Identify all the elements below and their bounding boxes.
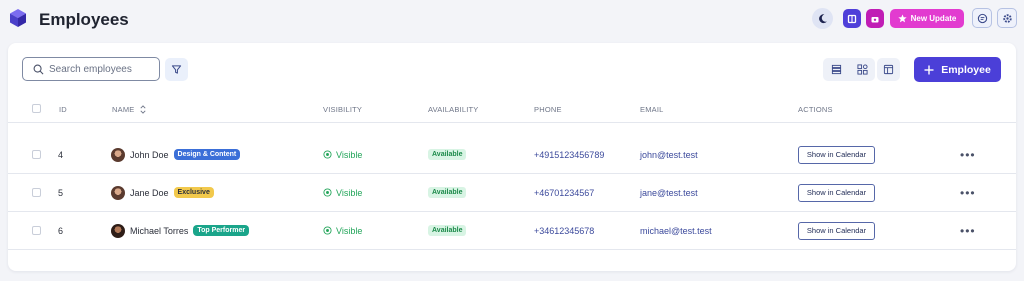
actions-cell: Show in Calendar [798,212,875,249]
availability-badge: Available [428,187,467,198]
search-icon [33,64,44,74]
more-menu-button[interactable]: ••• [960,212,976,249]
select-all-checkbox[interactable] [32,104,41,113]
table-row[interactable]: 6 Michael Torres Top Performer Visible A… [8,212,1016,250]
docs-button[interactable] [843,9,861,28]
row-checkbox[interactable] [32,212,41,249]
phone-value: +34612345678 [534,225,595,236]
visibility-cell: Visible [323,136,362,173]
gift-button[interactable] [866,9,884,28]
employee-name-cell: Jane Doe Exclusive [111,174,214,211]
show-in-calendar-button[interactable]: Show in Calendar [798,145,875,164]
show-in-calendar-button[interactable]: Show in Calendar [798,183,875,202]
column-email[interactable]: EMAIL [640,105,664,114]
email-value: jane@test.test [640,187,698,198]
employees-card: Employee ID NAME VISIBILITY AVAILABILITY… [8,43,1016,271]
email-value: john@test.test [640,149,698,160]
list-view-button[interactable] [823,58,849,81]
column-name[interactable]: NAME [112,105,147,114]
actions-cell: Show in Calendar [798,136,875,173]
star-icon [897,14,907,23]
phone-value: +4915123456789 [534,149,605,160]
eye-icon [323,188,332,197]
more-icon: ••• [960,223,976,238]
availability-cell: Available [428,212,467,249]
visibility-label: Visible [336,149,363,160]
row-checkbox[interactable] [32,136,41,173]
employee-tag: Design & Content [173,149,241,160]
availability-cell: Available [428,174,467,211]
view-toggle [823,58,875,81]
visibility-label: Visible [336,225,363,236]
column-visibility[interactable]: VISIBILITY [323,105,362,114]
employee-name[interactable]: Michael Torres [130,226,188,236]
add-employee-label: Employee [941,63,991,76]
gift-icon [871,16,879,22]
employee-id: 6 [58,225,64,236]
filter-icon [171,65,182,74]
eye-icon [323,226,332,235]
column-availability[interactable]: AVAILABILITY [428,105,478,114]
column-name-label: NAME [112,105,135,114]
grid-view-button[interactable] [849,58,875,81]
email-value: michael@test.test [640,225,712,236]
avatar [111,185,125,200]
grid-view-icon [856,64,868,75]
new-update-button[interactable]: New Update [890,9,964,28]
layout-icon [883,64,894,75]
top-bar: Employees New Update [0,0,1024,40]
column-actions: ACTIONS [798,105,833,114]
more-menu-button[interactable]: ••• [960,174,976,211]
plus-icon [924,65,934,74]
employee-name-cell: Michael Torres Top Performer [111,212,250,249]
search-box[interactable] [22,57,160,81]
more-icon: ••• [960,185,976,200]
filter-button[interactable] [165,58,188,81]
availability-badge: Available [428,225,467,236]
row-checkbox[interactable] [32,174,41,211]
theme-toggle-button[interactable] [812,8,833,29]
actions-cell: Show in Calendar [798,174,875,211]
employee-id: 5 [58,187,64,198]
column-id[interactable]: ID [59,105,67,114]
list-view-icon [831,64,841,75]
visibility-cell: Visible [323,212,362,249]
employee-name[interactable]: John Doe [130,150,169,160]
page-title: Employees [39,10,129,29]
new-update-label: New Update [910,14,957,23]
chat-icon [977,13,987,23]
chat-button[interactable] [972,8,992,28]
phone-value: +46701234567 [534,187,595,198]
layout-button[interactable] [877,58,900,81]
moon-icon [819,14,827,24]
table-row[interactable]: 5 Jane Doe Exclusive Visible Available +… [8,174,1016,212]
visibility-label: Visible [336,187,363,198]
more-icon: ••• [960,147,976,162]
employee-name[interactable]: Jane Doe [130,188,169,198]
more-menu-button[interactable]: ••• [960,136,976,173]
visibility-cell: Visible [323,174,362,211]
search-input[interactable] [49,63,149,75]
avatar [111,223,125,238]
book-icon [847,14,857,23]
add-employee-button[interactable]: Employee [914,57,1001,82]
avatar [111,147,125,162]
employee-tag: Exclusive [173,187,214,198]
employee-name-cell: John Doe Design & Content [111,136,241,173]
availability-cell: Available [428,136,467,173]
show-in-calendar-button[interactable]: Show in Calendar [798,221,875,240]
sort-icon[interactable] [139,105,147,114]
table-row[interactable]: 4 John Doe Design & Content Visible Avai… [8,136,1016,174]
settings-button[interactable] [997,8,1017,28]
gear-icon [1002,13,1012,23]
logo-cube-icon[interactable] [8,8,28,28]
column-phone[interactable]: PHONE [534,105,562,114]
availability-badge: Available [428,149,467,160]
employee-tag: Top Performer [193,225,250,236]
eye-icon [323,150,332,159]
table-header: ID NAME VISIBILITY AVAILABILITY PHONE EM… [8,101,1016,123]
employee-id: 4 [58,149,64,160]
